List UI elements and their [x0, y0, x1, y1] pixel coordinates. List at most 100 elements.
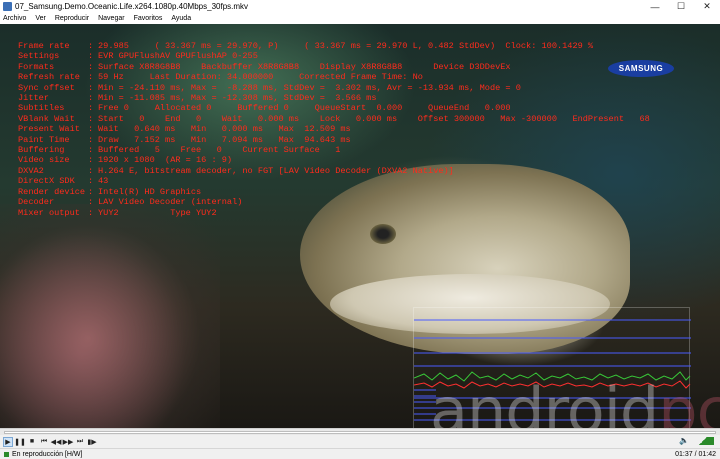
forward-button[interactable]: ▶▶: [63, 437, 74, 447]
fish-eye-image: [370, 224, 396, 244]
stat-label: Video size: [18, 155, 70, 166]
stat-row: Subtitles: Free 0 Allocated 0 Buffered 0 …: [18, 103, 650, 113]
stat-label: Buffering: [18, 145, 65, 156]
menu-ver[interactable]: Ver: [35, 15, 46, 22]
stat-value: H.264 E, bitstream decoder, no FGT [LAV …: [98, 165, 454, 176]
stat-value: Free 0 Allocated 0 Buffered 0 QueueStart…: [98, 103, 511, 114]
stat-label: Render device: [18, 186, 86, 197]
seek-track[interactable]: [4, 431, 716, 434]
stat-separator: :: [88, 186, 94, 197]
next-button[interactable]: ⏭: [75, 437, 85, 447]
pause-button[interactable]: ❚❚: [14, 437, 26, 447]
frame-step-button[interactable]: ▮▶: [87, 437, 97, 447]
stat-separator: :: [88, 145, 94, 156]
stat-label: Jitter: [18, 93, 49, 104]
menu-archivo[interactable]: Archivo: [3, 15, 26, 22]
stat-row: Present Wait: Wait 0.640 ms Min 0.000 ms …: [18, 124, 650, 134]
stat-row: VBlank Wait: Start 0 End 0 Wait 0.000 ms …: [18, 114, 650, 124]
minimize-button[interactable]: —: [642, 0, 668, 13]
stat-separator: :: [88, 155, 94, 166]
stat-value: Start 0 End 0 Wait 0.000 ms Lock 0.000 m…: [98, 113, 650, 124]
stat-label: Frame rate: [18, 41, 70, 51]
stat-value: Surface X8R8G8B8 Backbuffer X8R8G8B8 Dis…: [98, 61, 511, 72]
stat-separator: :: [88, 197, 94, 208]
volume-slider[interactable]: [692, 436, 714, 445]
play-button[interactable]: ▶: [3, 436, 13, 447]
render-stats-overlay: Frame rate:29.985 ( 33.367 ms = 29.970, …: [18, 41, 650, 218]
menu-bar: Archivo Ver Reproducir Navegar Favoritos…: [0, 13, 720, 24]
stat-value: 59 Hz Last Duration: 34.000000 Corrected…: [98, 72, 423, 83]
stat-value: Wait 0.640 ms Min 0.000 ms Max 12.509 ms: [98, 124, 351, 135]
stat-row: Video size:1920 x 1080 (AR = 16 : 9): [18, 155, 650, 165]
menu-favoritos[interactable]: Favoritos: [134, 15, 163, 22]
stat-row: Sync offset: Min = -24.110 ms, Max = -8.2…: [18, 83, 650, 93]
previous-button[interactable]: ⏮: [39, 437, 49, 447]
stat-value: LAV Video Decoder (internal): [98, 197, 243, 208]
stat-value: YUY2 Type YUY2: [98, 207, 217, 218]
stat-row: Frame rate:29.985 ( 33.367 ms = 29.970, …: [18, 41, 650, 51]
stop-button[interactable]: ■: [27, 437, 37, 447]
stat-value: Buffered 5 Free 0 Current Surface 1: [98, 145, 341, 156]
window-title: 07_Samsung.Demo.Oceanic.Life.x264.1080p.…: [15, 2, 249, 11]
speaker-icon[interactable]: 🔈: [679, 436, 689, 445]
title-bar: 07_Samsung.Demo.Oceanic.Life.x264.1080p.…: [0, 0, 720, 13]
close-button[interactable]: ✕: [694, 0, 720, 13]
stat-row: Formats: Surface X8R8G8B8 Backbuffer X8R8…: [18, 62, 650, 72]
stat-label: Paint Time: [18, 134, 70, 145]
seek-bar[interactable]: [0, 428, 720, 435]
stat-value: 1920 x 1080 (AR = 16 : 9): [98, 155, 233, 166]
stat-separator: :: [88, 165, 94, 176]
stat-separator: :: [88, 134, 94, 145]
stat-row: Jitter: Min = -11.085 ms, Max = -12.308 m…: [18, 93, 650, 103]
stat-separator: :: [88, 72, 94, 83]
stat-separator: :: [88, 103, 94, 114]
stat-label: Present Wait: [18, 124, 80, 135]
stat-label: Subtitles: [18, 103, 65, 114]
stat-label: DXVA2: [18, 165, 44, 176]
stat-separator: :: [88, 124, 94, 135]
playback-controls: ▶ ❚❚ ■ ⏮ ◀◀ ▶▶ ⏭ ▮▶ 🔈: [0, 435, 720, 448]
stat-separator: :: [88, 51, 94, 62]
stat-value: 29.985 ( 33.367 ms = 29.970, P) ( 33.367…: [98, 41, 594, 51]
stat-value: Intel(R) HD Graphics: [98, 186, 202, 197]
volume-control[interactable]: 🔈: [679, 436, 714, 445]
stat-value: Draw 7.152 ms Min 7.094 ms Max 94.643 ms: [98, 134, 351, 145]
stat-label: Sync offset: [18, 82, 75, 93]
stat-row: DirectX SDK:43: [18, 176, 650, 186]
stat-row: Refresh rate:59 Hz Last Duration: 34.000…: [18, 72, 650, 82]
stat-row: Decoder: LAV Video Decoder (internal): [18, 197, 650, 207]
menu-reproducir[interactable]: Reproducir: [55, 15, 89, 22]
stat-separator: :: [88, 93, 94, 104]
stat-row: Settings: EVR GPUFlushAV GPUFlushAP 0-255: [18, 51, 650, 61]
video-frame[interactable]: SAMSUNG Frame rate:29.985 ( 33.367 ms = …: [0, 24, 720, 428]
status-text: En reproducción [H/W]: [12, 450, 83, 458]
stat-row: DXVA2: H.264 E, bitstream decoder, no FGT…: [18, 166, 650, 176]
rewind-button[interactable]: ◀◀: [51, 437, 62, 447]
stat-label: VBlank Wait: [18, 113, 75, 124]
status-indicator-icon: [4, 451, 9, 457]
stat-separator: :: [88, 82, 94, 93]
stat-separator: :: [88, 113, 94, 124]
stat-value: 43: [98, 176, 109, 187]
stat-row: Buffering: Buffered 5 Free 0 Current Surf…: [18, 145, 650, 155]
menu-navegar[interactable]: Navegar: [98, 15, 124, 22]
app-icon: [3, 2, 12, 11]
stat-value: Min = -11.085 ms, Max = -12.308 ms, StdD…: [98, 93, 377, 104]
maximize-button[interactable]: ☐: [668, 0, 694, 13]
stat-row: Paint Time: Draw 7.152 ms Min 7.094 ms Ma…: [18, 135, 650, 145]
stat-value: EVR GPUFlushAV GPUFlushAP 0-255: [98, 51, 258, 62]
stat-separator: :: [88, 41, 94, 51]
stat-label: DirectX SDK: [18, 176, 75, 187]
stat-separator: :: [88, 207, 94, 218]
time-display: 01:37 / 01:42: [675, 450, 716, 458]
stat-separator: :: [88, 61, 94, 72]
stat-row: Render device: Intel(R) HD Graphics: [18, 187, 650, 197]
stat-value: Min = -24.110 ms, Max = -8.288 ms, StdDe…: [98, 82, 521, 93]
coral-background: [0, 204, 220, 428]
stat-label: Refresh rate: [18, 72, 80, 83]
status-bar: En reproducción [H/W] 01:37 / 01:42: [0, 448, 720, 459]
stat-label: Settings: [18, 51, 60, 62]
menu-ayuda[interactable]: Ayuda: [171, 15, 191, 22]
stat-row: Mixer output: YUY2 Type YUY2: [18, 208, 650, 218]
androidpc-watermark: androidpc: [430, 374, 720, 428]
